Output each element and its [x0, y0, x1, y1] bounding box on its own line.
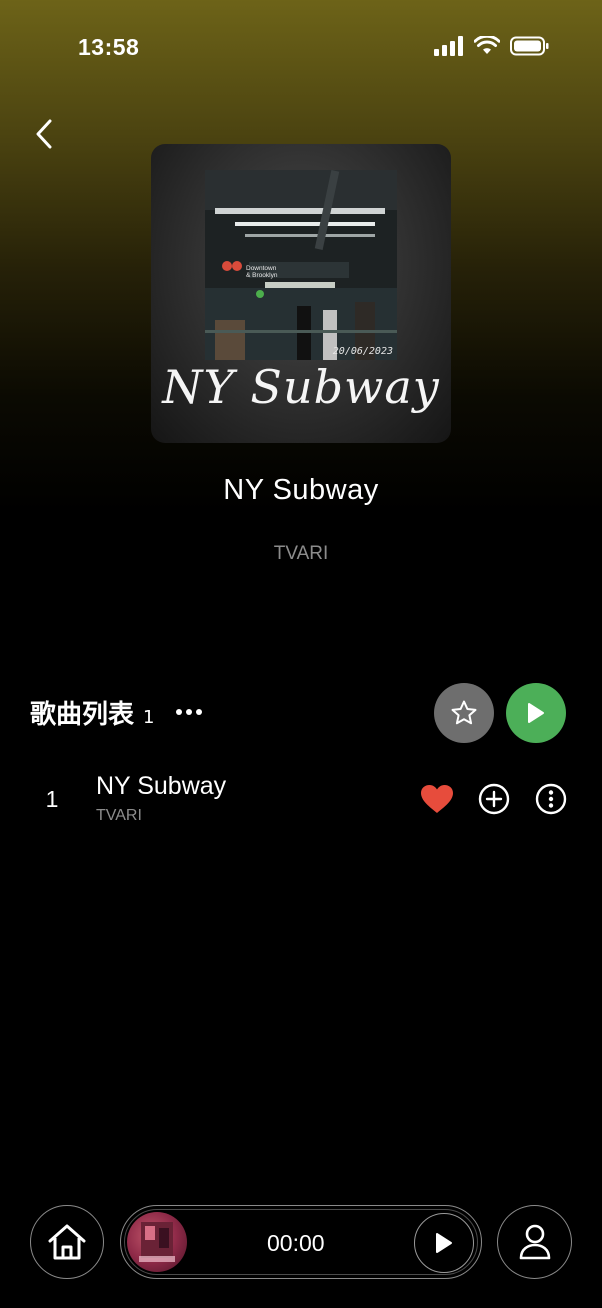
back-icon [36, 119, 52, 149]
cover-script-title: NY Subway [162, 360, 440, 414]
album-artist[interactable]: TVARI [0, 543, 602, 565]
signal-icon [434, 36, 463, 56]
track-number: 1 [45, 786, 59, 812]
cover-date: 20/06/2023 [332, 346, 393, 357]
star-icon [451, 700, 477, 725]
back-button[interactable] [26, 114, 62, 154]
cover-sign-line-1: Downtown [246, 265, 277, 272]
song-list-title: 歌曲列表 [30, 700, 135, 730]
add-circle-icon [478, 783, 510, 815]
profile-button[interactable] [497, 1205, 572, 1279]
status-time: 13:58 [78, 34, 140, 60]
battery-icon [510, 36, 549, 56]
play-icon [436, 1233, 452, 1253]
like-button[interactable] [419, 781, 455, 817]
song-list-header: 歌曲列表 1 [30, 694, 154, 731]
play-icon [528, 703, 544, 723]
track-more-button[interactable] [533, 781, 569, 817]
track-artist: TVARI [96, 807, 142, 824]
mini-player-play-button[interactable] [414, 1213, 474, 1273]
cover-sign-line-2: & Brooklyn [246, 272, 278, 279]
album-title: NY Subway [223, 474, 379, 506]
status-icons [434, 36, 550, 56]
home-button[interactable] [30, 1205, 104, 1279]
track-title: NY Subway [96, 772, 227, 800]
album-cover-photo [205, 170, 397, 360]
song-list-count: 1 [143, 707, 155, 728]
wifi-icon [474, 36, 500, 54]
home-icon [48, 1224, 86, 1260]
user-icon [519, 1224, 550, 1260]
track-row[interactable]: 1 NY Subway TVARI [0, 764, 602, 836]
add-to-playlist-button[interactable] [476, 781, 512, 817]
play-all-button[interactable] [506, 683, 566, 743]
mini-player-time: 00:00 [267, 1230, 325, 1256]
cover-sign-text: Downtown & Brooklyn [246, 265, 277, 279]
list-more-button[interactable] [172, 698, 206, 726]
more-horizontal-icon [176, 709, 202, 715]
album-cover: Downtown & Brooklyn 20/06/2023 NY Subway [151, 144, 451, 443]
more-vertical-icon [535, 783, 567, 815]
favorite-album-button[interactable] [434, 683, 494, 743]
heart-icon [421, 785, 453, 813]
mini-player[interactable]: 00:00 [120, 1205, 482, 1279]
mini-player-cover[interactable] [127, 1212, 187, 1272]
